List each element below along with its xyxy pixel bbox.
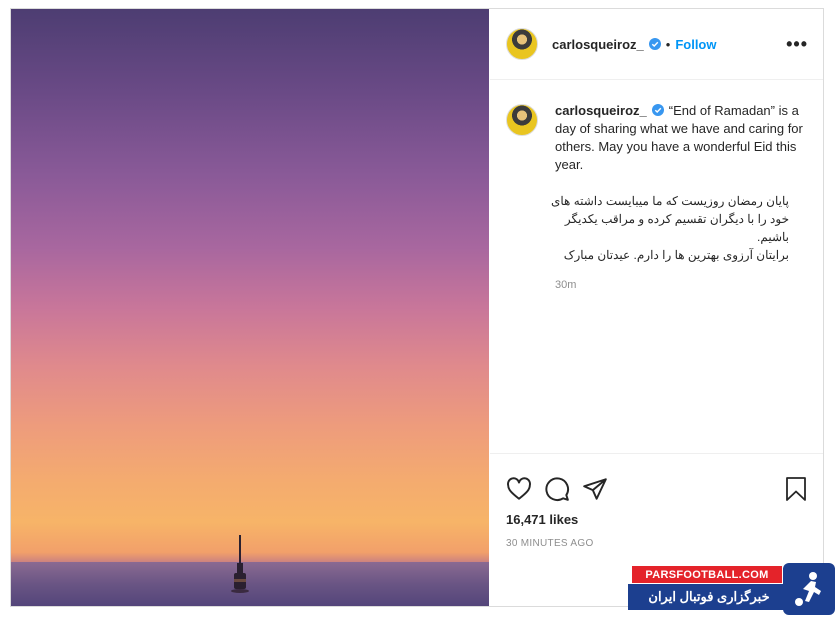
- bookmark-icon[interactable]: [784, 476, 808, 502]
- caption-comment: carlosqueiroz_ “End of Ramadan” is a day …: [506, 102, 806, 294]
- likes-count[interactable]: 16,471 likes: [506, 512, 578, 527]
- caption-text-persian: پایان رمضان روزیست که ما میبایست داشته ه…: [550, 194, 789, 262]
- watermark-site: PARSFOOTBALL.COM: [632, 566, 782, 583]
- crescent-moon: [234, 63, 238, 71]
- watermark-tagline: خبرگزاری فوتبال ایران: [628, 584, 790, 610]
- avatar[interactable]: [506, 28, 538, 60]
- post-header: carlosqueiroz_ • Follow •••: [490, 9, 823, 80]
- paper-plane-icon[interactable]: [582, 476, 608, 502]
- avatar[interactable]: [506, 104, 538, 136]
- parsfootball-watermark: PARSFOOTBALL.COM خبرگزاری فوتبال ایران: [628, 563, 836, 615]
- verified-badge-icon: [648, 38, 661, 50]
- separator-dot: •: [665, 36, 671, 52]
- action-icons: [506, 476, 608, 502]
- caption-body: carlosqueiroz_ “End of Ramadan” is a day …: [551, 102, 806, 294]
- comment-timestamp[interactable]: 30m: [555, 276, 806, 294]
- post-timestamp[interactable]: 30 MINUTES AGO: [506, 538, 594, 549]
- buoy-silhouette: [231, 535, 249, 593]
- username[interactable]: carlosqueiroz_: [552, 37, 644, 52]
- sea: [11, 562, 489, 606]
- post-photo[interactable]: [11, 9, 489, 606]
- soccer-player-logo-icon: [783, 563, 835, 615]
- verified-badge-icon: [651, 104, 664, 116]
- follow-button[interactable]: Follow: [675, 37, 716, 52]
- comment-icon[interactable]: [544, 476, 570, 502]
- heart-icon[interactable]: [506, 476, 532, 502]
- instagram-post-frame: carlosqueiroz_ • Follow ••• carlosqueiro…: [10, 8, 824, 607]
- caption-username[interactable]: carlosqueiroz_: [555, 103, 647, 118]
- post-sidebar: carlosqueiroz_ • Follow ••• carlosqueiro…: [490, 9, 823, 606]
- more-options-icon[interactable]: •••: [786, 35, 808, 53]
